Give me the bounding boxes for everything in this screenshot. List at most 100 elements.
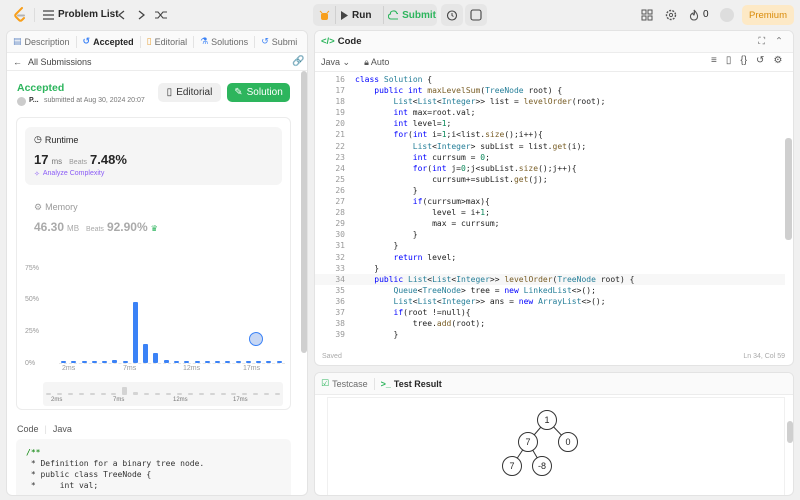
left-scrollbar[interactable] bbox=[301, 71, 307, 353]
code-line[interactable]: 39 } bbox=[315, 329, 785, 340]
code-line[interactable]: 36 List<List<Integer>> ans = new ArrayLi… bbox=[315, 296, 785, 307]
tab-testcase[interactable]: ☑ Testcase bbox=[315, 377, 375, 390]
format-icon[interactable]: ≡ bbox=[711, 55, 717, 66]
layout-icon[interactable] bbox=[641, 9, 653, 24]
shuffle-icon[interactable] bbox=[155, 9, 167, 21]
code-line[interactable]: 28 level = i+1; bbox=[315, 207, 785, 218]
code-line[interactable]: 35 Queue<TreeNode> tree = new LinkedList… bbox=[315, 285, 785, 296]
code-editor[interactable]: 16 class Solution {17 public int maxLevel… bbox=[315, 74, 785, 344]
chart-bar[interactable] bbox=[194, 361, 200, 363]
tab-submissions[interactable]: ↺ Submi bbox=[255, 36, 303, 48]
chart-bar[interactable] bbox=[225, 361, 231, 363]
code-line[interactable]: 24 for(int j=0;j<subList.size();j++){ bbox=[315, 163, 785, 174]
code-line[interactable]: 16 class Solution { bbox=[315, 74, 785, 85]
code-line[interactable]: 25 currsum+=subList.get(j); bbox=[315, 174, 785, 185]
braces-icon[interactable]: {} bbox=[740, 55, 747, 66]
code-line[interactable]: 34 public List<List<Integer>> levelOrder… bbox=[315, 273, 785, 285]
tab-editorial[interactable]: ▯ Editorial bbox=[141, 35, 195, 48]
alarm-clock-icon bbox=[446, 10, 458, 21]
solution-button[interactable]: ✎ Solution bbox=[227, 83, 290, 102]
problem-list-link[interactable]: Problem List bbox=[58, 9, 119, 20]
tab-test-result[interactable]: >_ Test Result bbox=[375, 378, 448, 390]
chart-bar[interactable] bbox=[215, 361, 221, 363]
chart-bar[interactable] bbox=[102, 361, 108, 363]
timer-button[interactable] bbox=[441, 4, 463, 26]
runtime-box[interactable]: ◷ Runtime 17 ms Beats 7.48% ✧ Analyze Comp… bbox=[25, 127, 282, 185]
code-line[interactable]: 30 } bbox=[315, 229, 785, 240]
chart-bar[interactable] bbox=[153, 352, 159, 363]
chart-bar[interactable] bbox=[71, 361, 77, 363]
code-line[interactable]: 31 } bbox=[315, 240, 785, 251]
fire-icon[interactable] bbox=[689, 9, 699, 24]
reset-icon[interactable]: ↺ bbox=[756, 55, 764, 66]
chart-bar[interactable] bbox=[112, 360, 118, 363]
tab-code[interactable]: </> Code bbox=[315, 36, 368, 48]
settings-icon[interactable]: ⚙ bbox=[773, 55, 782, 66]
code-line[interactable]: 17 public int maxLevelSum(TreeNode root)… bbox=[315, 85, 785, 96]
chart-bar[interactable] bbox=[276, 361, 282, 363]
code-line[interactable]: 18 List<List<Integer>> list = levelOrder… bbox=[315, 96, 785, 107]
note-icon bbox=[470, 9, 482, 21]
code-line[interactable]: 21 for(int i=1;i<list.size();i++){ bbox=[315, 129, 785, 140]
chart-bar[interactable] bbox=[184, 361, 190, 363]
maximize-icon[interactable]: ⛶ bbox=[758, 36, 765, 47]
code-line[interactable]: 20 int level=1; bbox=[315, 118, 785, 129]
code-line[interactable]: 33 } bbox=[315, 263, 785, 274]
chevron-left-icon[interactable] bbox=[116, 9, 126, 21]
chart-bar[interactable] bbox=[245, 361, 251, 363]
bottom-scrollbar[interactable] bbox=[787, 421, 793, 443]
chevron-up-icon[interactable]: ⌃ bbox=[775, 36, 783, 47]
chevron-right-icon[interactable] bbox=[136, 9, 146, 21]
code-line[interactable]: 23 int currsum = 0; bbox=[315, 152, 785, 163]
editor-scrollbar[interactable] bbox=[785, 138, 792, 240]
memory-label[interactable]: ⚙ Memory bbox=[34, 202, 78, 213]
code-line[interactable]: 27 if(currsum>max){ bbox=[315, 196, 785, 207]
tab-accepted[interactable]: ↺ Accepted bbox=[77, 35, 141, 48]
chart-bar[interactable] bbox=[235, 361, 241, 363]
avatar[interactable] bbox=[720, 8, 734, 22]
code-preview[interactable]: /** * Definition for a binary tree node.… bbox=[16, 439, 291, 495]
leetcode-logo-icon[interactable] bbox=[13, 7, 27, 23]
run-button[interactable]: Run bbox=[340, 6, 380, 24]
gear-icon[interactable] bbox=[665, 9, 677, 24]
tab-description[interactable]: ▤ Description bbox=[7, 35, 77, 48]
code-line[interactable]: 38 tree.add(root); bbox=[315, 318, 785, 329]
link-icon[interactable]: 🔗 bbox=[292, 56, 304, 67]
code-line[interactable]: 32 return level; bbox=[315, 252, 785, 263]
debug-icon[interactable] bbox=[318, 9, 330, 21]
code-line[interactable]: 19 int max=root.val; bbox=[315, 107, 785, 118]
all-submissions-link[interactable]: ← All Submissions bbox=[13, 57, 92, 67]
chart-bar[interactable] bbox=[266, 361, 272, 363]
chart-bar[interactable] bbox=[256, 361, 262, 363]
notes-button[interactable] bbox=[465, 4, 487, 26]
chart-bar[interactable] bbox=[204, 361, 210, 363]
flask-icon: ⚗ bbox=[200, 36, 209, 46]
sparkle-icon: ✧ bbox=[34, 171, 40, 178]
tab-solutions[interactable]: ⚗ Solutions bbox=[194, 35, 256, 48]
chart-bar[interactable] bbox=[132, 301, 138, 363]
code-line[interactable]: 22 List<Integer> subList = list.get(i); bbox=[315, 141, 785, 152]
your-submission-marker[interactable] bbox=[249, 332, 263, 346]
submit-button[interactable]: Submit bbox=[388, 6, 436, 24]
chart-bar[interactable] bbox=[61, 361, 66, 363]
runtime-distribution-chart[interactable]: 75% 50% 25% 0% 2ms 7ms 12ms 17ms bbox=[25, 258, 285, 373]
premium-button[interactable]: Premium bbox=[742, 5, 794, 25]
chart-bar[interactable] bbox=[143, 343, 149, 363]
editorial-button[interactable]: ▯ Editorial bbox=[158, 83, 221, 102]
code-line[interactable]: 26 } bbox=[315, 185, 785, 196]
chart-range-slider[interactable]: 2ms 7ms 12ms 17ms bbox=[43, 382, 283, 406]
chart-bar[interactable] bbox=[174, 361, 179, 363]
language-select[interactable]: Java ⌄ bbox=[321, 57, 350, 68]
chart-bar[interactable] bbox=[81, 361, 87, 363]
streak-count: 0 bbox=[703, 9, 709, 20]
chart-bar[interactable] bbox=[163, 360, 169, 363]
list-icon[interactable] bbox=[42, 9, 54, 21]
code-line[interactable]: 37 if(root !=null){ bbox=[315, 307, 785, 318]
analyze-complexity-link[interactable]: ✧ Analyze Complexity bbox=[34, 170, 104, 178]
bookmark-icon[interactable]: ▯ bbox=[726, 55, 732, 66]
auto-mode-toggle[interactable]: 🔒︎ Auto bbox=[364, 57, 389, 68]
chart-bar[interactable] bbox=[122, 361, 128, 363]
username[interactable]: P... bbox=[29, 97, 39, 104]
code-line[interactable]: 29 max = currsum; bbox=[315, 218, 785, 229]
chart-bar[interactable] bbox=[91, 361, 97, 363]
